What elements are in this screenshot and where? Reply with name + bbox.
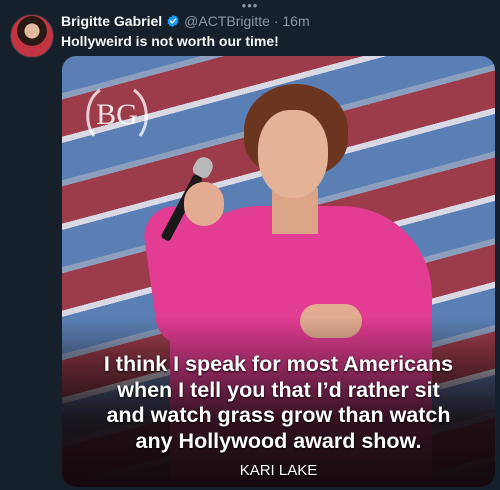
verified-badge-icon (167, 14, 179, 28)
speaker-hand (184, 182, 224, 226)
quote-line: I think I speak for most Americans (103, 352, 454, 376)
avatar[interactable] (10, 14, 54, 58)
tweet-media-image[interactable]: BG I think I speak for most Americans wh… (62, 56, 495, 487)
quote-line: and watch grass grow than watch (106, 403, 451, 427)
logo-text: BG (96, 98, 138, 131)
quote-line: any Hollywood award show. (135, 428, 422, 453)
author-handle-time[interactable]: @ACTBrigitte · 16m (184, 13, 309, 29)
quote-line: when I tell you that I’d rather sit (117, 377, 440, 402)
tweet-text: Hollyweird is not worth our time! (61, 33, 279, 49)
tweet-header: Brigitte Gabriel @ACTBrigitte · 16m (61, 12, 310, 30)
bg-logo: BG (86, 88, 148, 137)
more-dots-icon[interactable]: ••• (0, 0, 500, 12)
speaker-face (258, 110, 328, 198)
quote-attribution: KARI LAKE (239, 462, 318, 479)
quote-overlay: I think I speak for most Americans when … (62, 352, 495, 454)
author-name[interactable]: Brigitte Gabriel (61, 13, 162, 29)
